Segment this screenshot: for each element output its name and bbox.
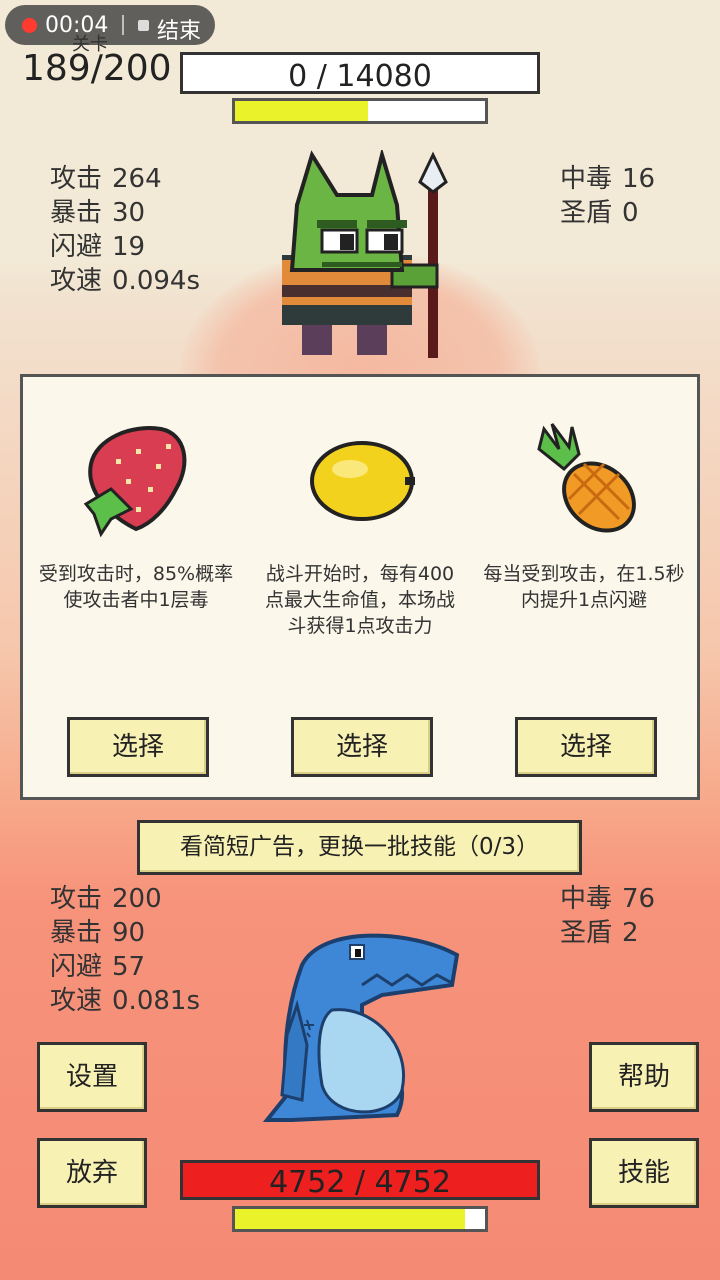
- stat-value: 0: [622, 198, 639, 228]
- stat-value: 0.081s: [112, 986, 200, 1016]
- strawberry-icon: [83, 426, 187, 538]
- player-energy-bar: [232, 1206, 488, 1232]
- stat-value: 200: [112, 884, 162, 914]
- stat-row: 闪避 19: [50, 230, 200, 264]
- stat-value: 16: [622, 164, 656, 194]
- stat-value: 0.094s: [112, 266, 200, 296]
- stat-value: 30: [112, 198, 146, 228]
- stat-row: 攻击 264: [50, 162, 200, 196]
- stat-label: 暴击: [50, 198, 103, 228]
- stat-label: 中毒: [560, 884, 613, 914]
- stat-label: 圣盾: [560, 918, 613, 948]
- skill-description: 战斗开始时，每有400点最大生命值，本场战斗获得1点攻击力: [264, 563, 455, 637]
- settings-button[interactable]: 设置: [37, 1042, 147, 1112]
- stat-value: 90: [112, 918, 146, 948]
- select-skill-button[interactable]: 选择: [515, 717, 657, 777]
- screen-recorder-pill[interactable]: 00:04 结束: [5, 5, 215, 45]
- enemy-energy-bar: [232, 98, 488, 124]
- crocodile-player-sprite: [262, 933, 460, 1122]
- skill-selection-panel: 受到攻击时，85%概率使攻击者中1层毒 选择 战斗开始时，每有400点最大生命值…: [20, 374, 700, 800]
- stat-label: 闪避: [50, 232, 103, 262]
- stat-row: 圣盾 2: [560, 916, 655, 950]
- skill-card-lemon: 战斗开始时，每有400点最大生命值，本场战斗获得1点攻击力 选择: [247, 377, 473, 797]
- stat-label: 攻速: [50, 266, 103, 296]
- enemy-energy-fill: [235, 101, 368, 121]
- skills-button[interactable]: 技能: [589, 1138, 699, 1208]
- stat-row: 攻速 0.081s: [50, 984, 200, 1018]
- stat-row: 攻击 200: [50, 882, 200, 916]
- enemy-stats-right: 中毒 16 圣盾 0: [560, 162, 655, 230]
- enemy-stats-left: 攻击 264 暴击 30 闪避 19 攻速 0.094s: [50, 162, 200, 298]
- player-hp-text: 4752 / 4752: [269, 1165, 451, 1200]
- stat-label: 暴击: [50, 918, 103, 948]
- skill-card-pineapple: 每当受到攻击，在1.5秒内提升1点闪避 选择: [471, 377, 697, 797]
- pineapple-icon: [537, 423, 636, 533]
- stat-row: 攻速 0.094s: [50, 264, 200, 298]
- stat-label: 攻击: [50, 884, 103, 914]
- stat-value: 2: [622, 918, 639, 948]
- select-skill-button[interactable]: 选择: [67, 717, 209, 777]
- give-up-button[interactable]: 放弃: [37, 1138, 147, 1208]
- stat-value: 76: [622, 884, 656, 914]
- skill-description: 受到攻击时，85%概率使攻击者中1层毒: [38, 563, 234, 611]
- stat-label: 圣盾: [560, 198, 613, 228]
- stat-row: 中毒 76: [560, 882, 655, 916]
- stop-icon[interactable]: [138, 20, 149, 31]
- enemy-hp-bar: 0 / 14080: [180, 52, 540, 94]
- record-dot-icon: [22, 18, 37, 33]
- stat-row: 暴击 30: [50, 196, 200, 230]
- stat-label: 闪避: [50, 952, 103, 982]
- level-counter: 189/200: [22, 48, 172, 89]
- player-stats-right: 中毒 76 圣盾 2: [560, 882, 655, 950]
- stat-row: 闪避 57: [50, 950, 200, 984]
- stat-row: 中毒 16: [560, 162, 655, 196]
- skill-card-strawberry: 受到攻击时，85%概率使攻击者中1层毒 选择: [23, 377, 249, 797]
- player-hp-bar: 4752 / 4752: [180, 1160, 540, 1200]
- end-recording-button[interactable]: 结束: [157, 13, 201, 45]
- player-stats-left: 攻击 200 暴击 90 闪避 57 攻速 0.081s: [50, 882, 200, 1018]
- stat-value: 57: [112, 952, 146, 982]
- stat-label: 攻速: [50, 986, 103, 1016]
- help-button[interactable]: 帮助: [589, 1042, 699, 1112]
- stat-value: 19: [112, 232, 146, 262]
- enemy-hp-text: 0 / 14080: [288, 59, 432, 94]
- select-skill-button[interactable]: 选择: [291, 717, 433, 777]
- watch-ad-refresh-button[interactable]: 看简短广告，更换一批技能（0/3）: [137, 820, 582, 875]
- stat-value: 264: [112, 164, 162, 194]
- player-energy-fill: [235, 1209, 465, 1229]
- stat-label: 攻击: [50, 164, 103, 194]
- skill-description: 每当受到攻击，在1.5秒内提升1点闪避: [483, 563, 685, 611]
- lemon-icon: [310, 441, 415, 521]
- stat-label: 中毒: [560, 164, 613, 194]
- stat-row: 暴击 90: [50, 916, 200, 950]
- divider: [122, 15, 124, 35]
- stat-row: 圣盾 0: [560, 196, 655, 230]
- goblin-enemy-sprite: [282, 150, 448, 358]
